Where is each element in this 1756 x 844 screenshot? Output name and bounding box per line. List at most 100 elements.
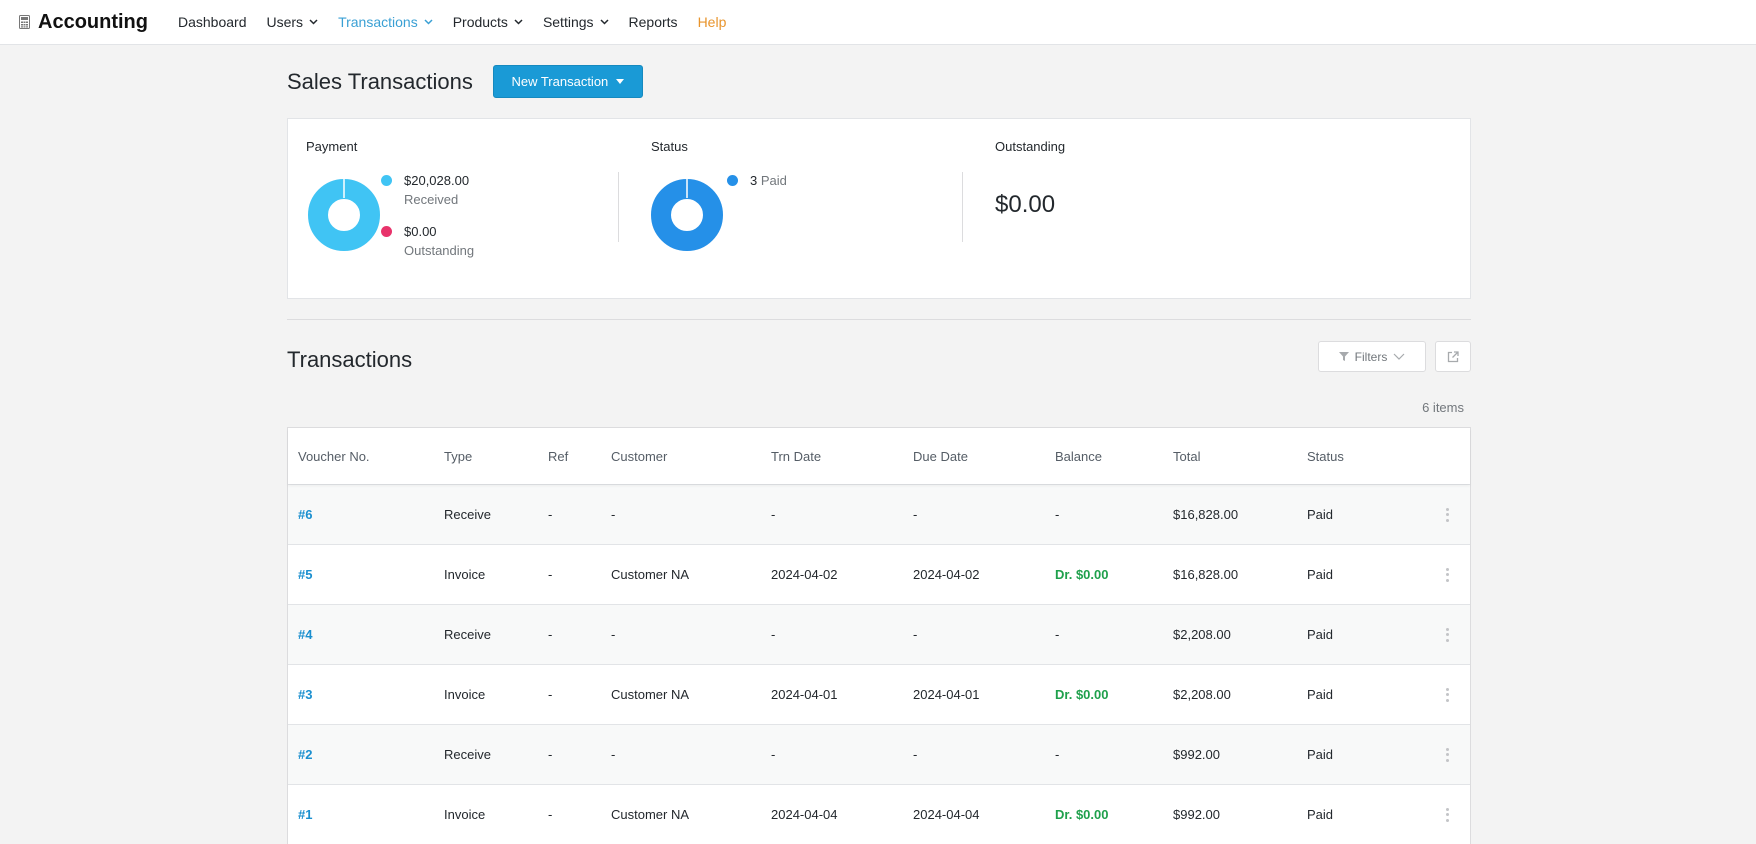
outstanding-value: $0.00: [404, 224, 437, 239]
nav-item-users[interactable]: Users: [257, 0, 329, 45]
cell-trn-date-text: -: [771, 507, 776, 522]
cell-due-date: -: [903, 507, 1045, 522]
cell-type: Receive: [434, 507, 538, 522]
filters-label: Filters: [1354, 349, 1388, 364]
table-row[interactable]: #3 Invoice - Customer NA 2024-04-01 2024-04-0…: [288, 664, 1470, 724]
cell-type-text: Invoice: [444, 567, 486, 582]
cell-type: Receive: [434, 747, 538, 762]
cell-status-text: Paid: [1307, 627, 1334, 642]
external-link-icon: [1447, 350, 1459, 362]
payment-label: Payment: [306, 139, 358, 154]
voucher-link[interactable]: #1: [298, 807, 312, 822]
voucher-link[interactable]: #4: [298, 627, 312, 642]
row-menu-icon[interactable]: [1445, 807, 1449, 822]
table-row[interactable]: #5 Invoice - Customer NA 2024-04-02 2024-04-0…: [288, 544, 1470, 604]
cell-balance-text: Dr. $0.00: [1055, 687, 1109, 702]
cell-ref: -: [538, 507, 601, 522]
voucher-link[interactable]: #6: [298, 507, 312, 522]
row-menu-icon[interactable]: [1445, 627, 1449, 642]
cell-customer-text: -: [611, 507, 616, 522]
cell-status-text: Paid: [1307, 747, 1334, 762]
nav-item-transactions[interactable]: Transactions: [328, 0, 443, 45]
cell-ref-text: -: [548, 507, 553, 522]
new-transaction-button[interactable]: New Transaction: [492, 65, 643, 98]
nav-item-dashboard[interactable]: Dashboard: [168, 0, 257, 45]
col-due-date[interactable]: Due Date: [903, 449, 1045, 464]
paid-label: Paid: [760, 173, 787, 188]
cell-ref-text: -: [548, 807, 553, 822]
brand[interactable]: Accounting: [19, 11, 148, 34]
status-label: Status: [651, 139, 688, 154]
cell-voucher: #4: [288, 627, 434, 642]
nav-item-reports[interactable]: Reports: [619, 0, 688, 45]
cell-trn-date-text: 2024-04-01: [771, 687, 838, 702]
nav-item-label: Dashboard: [178, 14, 247, 30]
cell-ref-text: -: [548, 687, 553, 702]
cell-trn-date: -: [761, 507, 903, 522]
cell-type: Invoice: [434, 687, 538, 702]
cell-due-date-text: 2024-04-04: [913, 807, 980, 822]
filters-button[interactable]: Filters: [1318, 341, 1426, 372]
page-title: Sales Transactions: [287, 68, 473, 94]
cell-balance: Dr. $0.00: [1045, 567, 1163, 582]
col-voucher[interactable]: Voucher No.: [288, 449, 434, 464]
cell-total-text: $992.00: [1173, 747, 1220, 762]
row-menu-icon[interactable]: [1445, 567, 1449, 582]
cell-balance-text: -: [1055, 747, 1060, 762]
cell-type-text: Receive: [444, 627, 491, 642]
cell-balance: Dr. $0.00: [1045, 807, 1163, 822]
legend-outstanding: $0.00 Outstanding: [381, 223, 474, 261]
transactions-table: Voucher No. Type Ref Customer Trn Date D…: [287, 427, 1471, 844]
table-row[interactable]: #2 Receive - - - - - $992.00 Paid: [288, 724, 1470, 784]
cell-trn-date: -: [761, 747, 903, 762]
cell-trn-date-text: -: [771, 747, 776, 762]
cell-due-date: -: [903, 747, 1045, 762]
cell-balance: -: [1045, 507, 1163, 522]
row-menu-icon[interactable]: [1445, 687, 1449, 702]
paid-dot-icon: [727, 175, 738, 186]
row-menu-icon[interactable]: [1445, 747, 1449, 762]
cell-total: $992.00: [1163, 747, 1297, 762]
table-row[interactable]: #4 Receive - - - - - $2,208.00 Paid: [288, 604, 1470, 664]
voucher-link[interactable]: #2: [298, 747, 312, 762]
col-ref[interactable]: Ref: [538, 449, 601, 464]
col-type[interactable]: Type: [434, 449, 538, 464]
cell-total-text: $2,208.00: [1173, 687, 1231, 702]
received-value: $20,028.00: [404, 173, 470, 188]
payment-donut-chart: [308, 179, 380, 251]
col-customer[interactable]: Customer: [601, 449, 761, 464]
cell-type-text: Receive: [444, 747, 491, 762]
row-menu-icon[interactable]: [1445, 507, 1449, 522]
nav-item-products[interactable]: Products: [443, 0, 533, 45]
table-row[interactable]: #6 Receive - - - - - $16,828.00 Paid: [288, 484, 1470, 544]
col-total[interactable]: Total: [1163, 449, 1297, 464]
cell-ref: -: [538, 807, 601, 822]
outstanding-panel: Outstanding $0.00: [978, 119, 1472, 300]
status-donut-chart: [651, 179, 723, 251]
col-trn-date[interactable]: Trn Date: [761, 449, 903, 464]
cell-ref: -: [538, 687, 601, 702]
cell-total-text: $2,208.00: [1173, 627, 1231, 642]
nav-item-help[interactable]: Help: [688, 0, 737, 45]
cell-status: Paid: [1297, 627, 1417, 642]
divider: [962, 172, 963, 242]
table-row[interactable]: #1 Invoice - Customer NA 2024-04-04 2024-04-0…: [288, 784, 1470, 844]
voucher-link[interactable]: #5: [298, 567, 312, 582]
cell-voucher: #6: [288, 507, 434, 522]
nav-item-settings[interactable]: Settings: [533, 0, 619, 45]
cell-status: Paid: [1297, 807, 1417, 822]
voucher-link[interactable]: #3: [298, 687, 312, 702]
cell-customer: Customer NA: [601, 567, 761, 582]
table-body: #6 Receive - - - - - $16,828.00 Paid #5 Invoice - Cu…: [288, 484, 1470, 844]
nav-item-label: Settings: [542, 14, 594, 30]
nav-item-label: Products: [452, 14, 508, 30]
export-button[interactable]: [1435, 341, 1471, 372]
cell-status: Paid: [1297, 687, 1417, 702]
col-balance[interactable]: Balance: [1045, 449, 1163, 464]
cell-actions: [1417, 627, 1467, 642]
payment-legend: $20,028.00 Received $0.00 Outstanding: [381, 172, 474, 274]
cell-customer-text: Customer NA: [611, 807, 690, 822]
summary-card: Payment $20,028.00 Received $0.00 Outsta…: [287, 118, 1471, 299]
received-label: Received: [404, 192, 459, 207]
col-status[interactable]: Status: [1297, 449, 1417, 464]
